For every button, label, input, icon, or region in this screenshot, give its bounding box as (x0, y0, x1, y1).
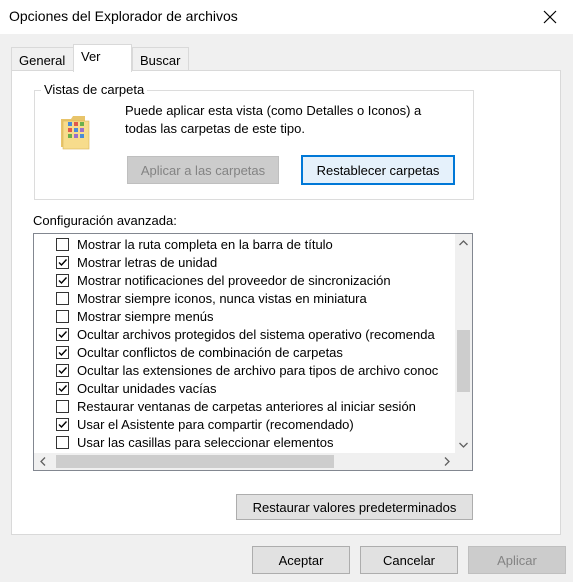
cancel-button[interactable]: Cancelar (360, 546, 458, 574)
ok-button[interactable]: Aceptar (252, 546, 350, 574)
window-title: Opciones del Explorador de archivos (9, 8, 238, 24)
folder-views-title: Vistas de carpeta (41, 82, 148, 97)
reset-folders-button[interactable]: Restablecer carpetas (301, 155, 455, 185)
advanced-option-label: Ocultar unidades vacías (77, 380, 217, 396)
checkmark-icon (58, 348, 68, 356)
advanced-option-row[interactable]: Ocultar las extensiones de archivo para … (56, 361, 438, 379)
advanced-option-label: Restaurar ventanas de carpetas anteriore… (77, 398, 416, 414)
checkbox-unchecked[interactable] (56, 435, 69, 449)
advanced-option-row[interactable]: Ocultar conflictos de combinación de car… (56, 343, 343, 361)
scroll-down-icon[interactable] (455, 436, 472, 453)
checkbox-checked[interactable] (56, 327, 69, 341)
checkbox-checked[interactable] (56, 345, 69, 359)
vertical-scrollbar[interactable] (455, 234, 472, 453)
apply-button[interactable]: Aplicar (468, 546, 566, 574)
advanced-option-label: Ocultar las extensiones de archivo para … (77, 362, 439, 378)
advanced-option-label: Usar el Asistente para compartir (recome… (77, 416, 354, 432)
advanced-option-row[interactable]: Usar las casillas para seleccionar eleme… (56, 433, 334, 451)
scrollbar-corner (455, 453, 472, 470)
vertical-scroll-thumb[interactable] (457, 330, 470, 392)
checkmark-icon (58, 420, 68, 428)
advanced-option-row[interactable]: Ocultar unidades vacías (56, 379, 216, 397)
checkbox-unchecked[interactable] (56, 291, 69, 305)
scroll-up-icon[interactable] (455, 234, 472, 251)
advanced-option-label: Mostrar letras de unidad (77, 254, 218, 270)
checkbox-unchecked[interactable] (56, 237, 69, 251)
advanced-settings-label: Configuración avanzada: (33, 213, 177, 228)
checkbox-checked[interactable] (56, 381, 69, 395)
tab-general[interactable]: General (11, 47, 74, 71)
apply-to-folders-button[interactable]: Aplicar a las carpetas (127, 156, 279, 184)
checkbox-checked[interactable] (56, 417, 69, 431)
horizontal-scrollbar[interactable] (34, 453, 455, 470)
advanced-option-label: Mostrar siempre iconos, nunca vistas en … (77, 290, 367, 306)
checkbox-unchecked[interactable] (56, 309, 69, 323)
close-button[interactable] (527, 0, 573, 34)
advanced-option-row[interactable]: Ocultar archivos protegidos del sistema … (56, 325, 435, 343)
advanced-option-row[interactable]: Mostrar siempre menús (56, 307, 214, 325)
advanced-option-label: Ocultar conflictos de combinación de car… (77, 344, 343, 360)
title-bar: Opciones del Explorador de archivos (0, 0, 573, 34)
advanced-option-row[interactable]: Mostrar la ruta completa en la barra de … (56, 235, 333, 253)
advanced-option-row[interactable]: Usar el Asistente para compartir (recome… (56, 415, 354, 433)
close-icon (543, 10, 557, 24)
checkmark-icon (58, 276, 68, 284)
tab-ver[interactable]: Ver (73, 44, 132, 72)
tab-panel-ver: Vistas de carpeta Puede aplicar esta vis… (11, 70, 561, 535)
horizontal-scroll-thumb[interactable] (56, 455, 334, 468)
advanced-option-label: Ocultar archivos protegidos del sistema … (77, 326, 435, 342)
checkmark-icon (58, 330, 68, 338)
scroll-left-icon[interactable] (34, 453, 51, 470)
advanced-option-row[interactable]: Mostrar siempre iconos, nunca vistas en … (56, 289, 367, 307)
folder-views-group: Vistas de carpeta Puede aplicar esta vis… (34, 82, 474, 200)
advanced-option-label: Mostrar la ruta completa en la barra de … (77, 236, 333, 252)
checkbox-checked[interactable] (56, 273, 69, 287)
scroll-right-icon[interactable] (438, 453, 455, 470)
advanced-settings-list[interactable]: Mostrar la ruta completa en la barra de … (33, 233, 473, 471)
folder-options-dialog: Opciones del Explorador de archivos Gene… (0, 0, 573, 582)
checkbox-checked[interactable] (56, 363, 69, 377)
advanced-option-label: Mostrar siempre menús (77, 308, 214, 324)
checkmark-icon (58, 258, 68, 266)
folder-views-description: Puede aplicar esta vista (como Detalles … (125, 103, 422, 136)
checkmark-icon (58, 366, 68, 374)
advanced-settings-rows: Mostrar la ruta completa en la barra de … (34, 234, 451, 451)
checkbox-checked[interactable] (56, 255, 69, 269)
advanced-option-label: Mostrar notificaciones del proveedor de … (77, 272, 391, 288)
folder-icon (61, 116, 90, 150)
checkmark-icon (58, 384, 68, 392)
advanced-option-row[interactable]: Mostrar letras de unidad (56, 253, 217, 271)
advanced-option-row[interactable]: Restaurar ventanas de carpetas anteriore… (56, 397, 416, 415)
advanced-option-label: Usar las casillas para seleccionar eleme… (77, 434, 334, 450)
restore-defaults-button[interactable]: Restaurar valores predeterminados (236, 494, 473, 520)
checkbox-unchecked[interactable] (56, 399, 69, 413)
tab-buscar[interactable]: Buscar (132, 47, 189, 71)
advanced-option-row[interactable]: Mostrar notificaciones del proveedor de … (56, 271, 391, 289)
